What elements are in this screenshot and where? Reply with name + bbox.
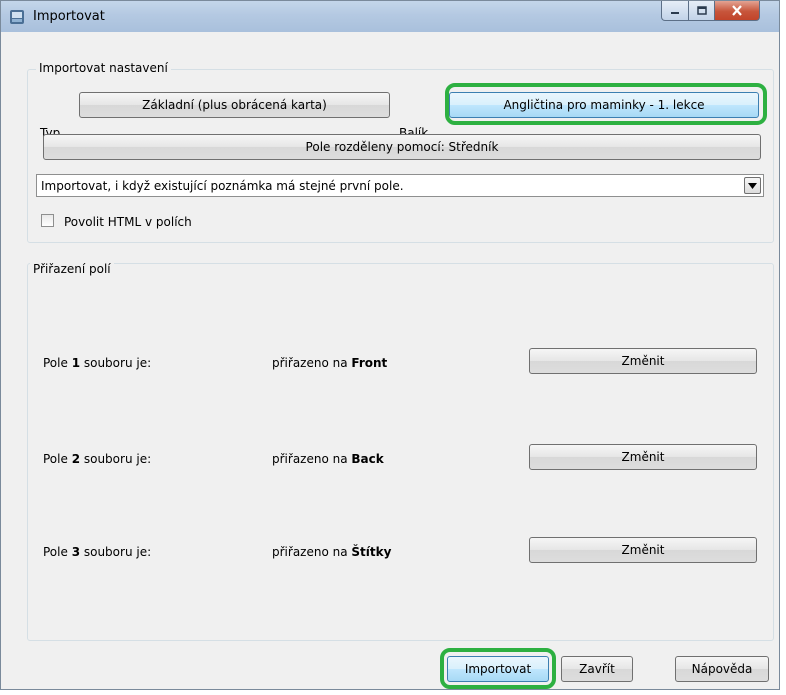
field-1-target: Front	[351, 356, 388, 370]
duplicate-mode-value: Importovat, i když existující poznámka m…	[41, 179, 404, 193]
field-1-change-button[interactable]: Změnit	[529, 348, 757, 374]
close-dialog-button[interactable]: Zavřít	[561, 656, 633, 682]
field-2-target: Back	[351, 452, 384, 466]
field-2-change-button[interactable]: Změnit	[529, 444, 757, 470]
field-1-source-label: Pole 1 souboru je:	[43, 356, 152, 370]
field-3-number: 3	[71, 545, 81, 559]
import-settings-group-label: Importovat nastavení	[36, 61, 171, 75]
minimize-icon	[671, 11, 679, 14]
deck-button[interactable]: Angličtina pro maminky - 1. lekce	[449, 92, 759, 118]
allow-html-checkbox[interactable]	[41, 214, 54, 227]
maximize-icon	[696, 6, 707, 15]
dropdown-arrow[interactable]	[744, 177, 761, 194]
duplicate-mode-select[interactable]: Importovat, i když existující poznámka m…	[36, 174, 764, 197]
field-3-source-label: Pole 3 souboru je:	[43, 545, 152, 559]
title-bar[interactable]: Importovat	[1, 1, 779, 32]
field-mapping-group-label: Přiřazení polí	[30, 262, 114, 276]
field-separator-button[interactable]: Pole rozděleny pomocí: Středník	[43, 134, 761, 160]
field-3-mapping-label: přiřazeno na Štítky	[272, 545, 392, 559]
field-2-mapping-label: přiřazeno na Back	[272, 452, 384, 466]
help-button[interactable]: Nápověda	[675, 656, 769, 682]
field-2-source-label: Pole 2 souboru je:	[43, 452, 152, 466]
import-button[interactable]: Importovat	[447, 656, 549, 682]
field-3-change-button[interactable]: Změnit	[529, 537, 757, 563]
import-dialog: Importovat Importovat nastavení Typ Zákl…	[0, 0, 780, 690]
field-1-mapping-label: přiřazeno na Front	[272, 356, 388, 370]
maximize-button[interactable]	[688, 1, 715, 21]
minimize-button[interactable]	[661, 1, 689, 21]
field-1-number: 1	[71, 356, 81, 370]
chevron-down-icon	[748, 182, 757, 189]
close-icon	[732, 5, 742, 16]
field-3-target: Štítky	[351, 545, 392, 559]
allow-html-label[interactable]: Povolit HTML v polích	[64, 215, 192, 229]
field-2-number: 2	[71, 452, 81, 466]
window-title: Importovat	[33, 9, 105, 24]
app-icon	[10, 10, 24, 24]
note-type-button[interactable]: Základní (plus obrácená karta)	[79, 92, 390, 118]
close-button[interactable]	[714, 1, 760, 21]
